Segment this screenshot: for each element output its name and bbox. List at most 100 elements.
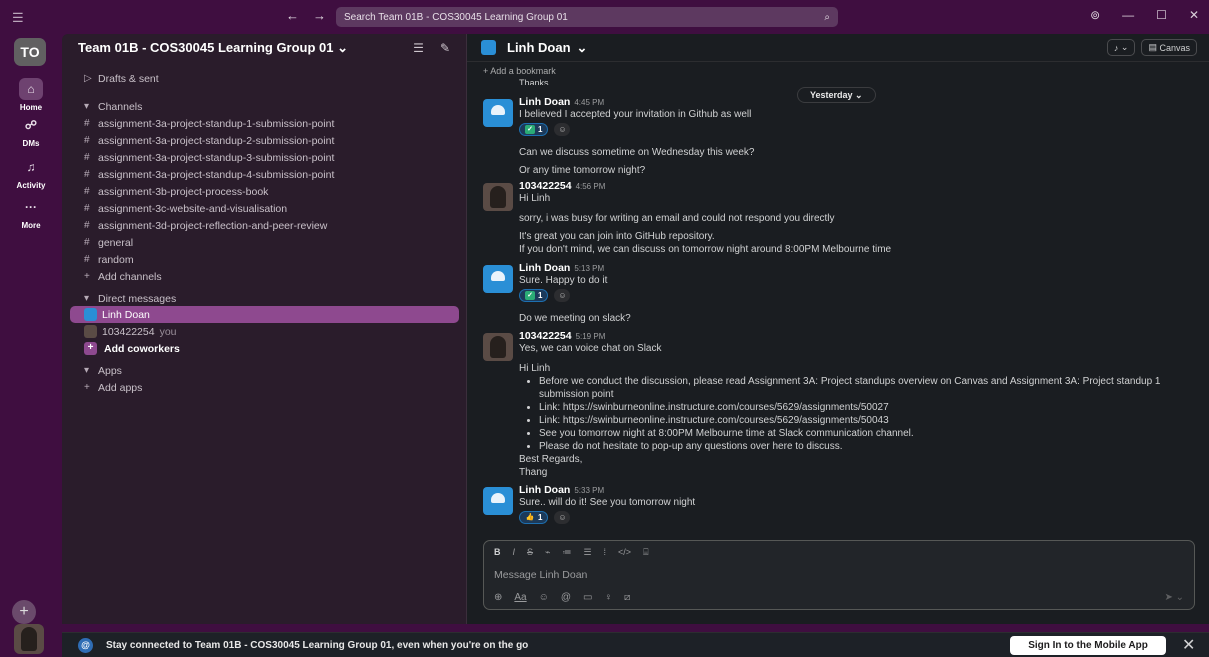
- message-author[interactable]: 103422254: [519, 330, 572, 342]
- add-coworkers[interactable]: + Add coworkers: [62, 340, 467, 357]
- channel-item[interactable]: # assignment-3a-project-standup-1-submiss…: [62, 115, 467, 132]
- channel-item[interactable]: # assignment-3a-project-standup-2-submiss…: [62, 132, 467, 149]
- text-format-icon[interactable]: Aa: [514, 592, 526, 603]
- list-item: See you tomorrow night at 8:00PM Melbour…: [539, 427, 1203, 440]
- video-icon[interactable]: ▭: [583, 592, 592, 603]
- blockquote-icon[interactable]: ⁞: [604, 547, 607, 558]
- rail-dms[interactable]: ☍ DMs: [0, 114, 62, 148]
- avatar[interactable]: [483, 99, 513, 127]
- message-time[interactable]: 5:13 PM: [574, 264, 604, 273]
- list-item: Link: https://swinburneonline.instructur…: [539, 414, 1203, 427]
- canvas-button[interactable]: ▤ Canvas: [1141, 39, 1197, 56]
- ordered-list-icon[interactable]: ≔: [562, 547, 571, 558]
- channel-item[interactable]: # assignment-3a-project-standup-4-submiss…: [62, 166, 467, 183]
- channel-item[interactable]: # assignment-3c-website-and-visualisation: [62, 200, 467, 217]
- dm-item-linh-doan[interactable]: Linh Doan: [70, 306, 459, 323]
- message-time[interactable]: 5:33 PM: [574, 486, 604, 495]
- workspace-badge[interactable]: TO: [14, 38, 46, 66]
- italic-icon[interactable]: I: [513, 547, 516, 558]
- conversation-panel: Linh Doan ⌄ ♪ ⌄ ▤ Canvas + Add a bookmar…: [467, 34, 1209, 624]
- channel-item[interactable]: # general: [62, 234, 467, 251]
- message-author[interactable]: 103422254: [519, 180, 572, 192]
- plus-icon[interactable]: ⊕: [494, 592, 502, 603]
- link[interactable]: https://swinburneonline.instructure.com/…: [563, 415, 889, 426]
- slash-command-icon[interactable]: ⧄: [624, 592, 630, 603]
- message-author[interactable]: Linh Doan: [519, 96, 570, 108]
- message-text: Hi Linh: [519, 193, 551, 204]
- help-icon[interactable]: ⊚: [1090, 8, 1100, 22]
- avatar[interactable]: [483, 333, 513, 361]
- conversation-title[interactable]: Linh Doan ⌄: [481, 40, 587, 56]
- search-placeholder: Search Team 01B - COS30045 Learning Grou…: [344, 11, 568, 23]
- avatar[interactable]: [483, 265, 513, 293]
- strikethrough-icon[interactable]: S: [527, 547, 533, 558]
- close-window-icon[interactable]: ✕: [1189, 8, 1199, 22]
- avatar[interactable]: [483, 183, 513, 211]
- avatar[interactable]: [483, 487, 513, 515]
- add-apps[interactable]: + Add apps: [62, 379, 467, 396]
- compose-icon[interactable]: ✎: [440, 41, 450, 55]
- message-time[interactable]: 4:56 PM: [576, 182, 606, 191]
- dm-section-header[interactable]: ▾ Direct messages: [62, 290, 467, 307]
- maximize-icon[interactable]: ☐: [1156, 8, 1167, 22]
- message-input[interactable]: Message Linh Doan: [494, 569, 587, 581]
- link[interactable]: https://swinburneonline.instructure.com/…: [563, 402, 889, 413]
- link-icon[interactable]: ⌁: [545, 547, 550, 558]
- send-icon[interactable]: ➤ ⌄: [1164, 592, 1184, 603]
- channel-item[interactable]: # assignment-3a-project-standup-3-submiss…: [62, 149, 467, 166]
- reaction[interactable]: ✓ 1: [519, 289, 549, 302]
- hash-icon: #: [84, 118, 90, 129]
- message-time[interactable]: 5:19 PM: [576, 332, 606, 341]
- reaction[interactable]: 👍 1: [519, 511, 549, 524]
- emoji-icon[interactable]: ☺: [539, 592, 549, 603]
- check-emoji: ✓: [525, 291, 535, 300]
- search-bar[interactable]: Search Team 01B - COS30045 Learning Grou…: [336, 7, 838, 27]
- filter-icon[interactable]: ☰: [413, 41, 424, 55]
- drafts-and-sent[interactable]: ▷ Drafts & sent: [62, 70, 467, 87]
- user-avatar[interactable]: [14, 624, 44, 654]
- channel-item[interactable]: # assignment-3d-project-reflection-and-pe…: [62, 217, 467, 234]
- add-channels[interactable]: + Add channels: [62, 268, 467, 285]
- message-author[interactable]: Linh Doan: [519, 484, 570, 496]
- reaction[interactable]: ✓ 1: [519, 123, 549, 136]
- workspace-title[interactable]: Team 01B - COS30045 Learning Group 01 ⌄: [78, 40, 348, 56]
- format-toolbar: B I S ⌁ ≔ ☰ ⁞ </> ⌸: [484, 541, 1194, 558]
- microphone-icon[interactable]: ♀: [604, 592, 612, 603]
- mobile-app-icon: @: [78, 638, 93, 653]
- hamburger-icon[interactable]: ☰: [12, 10, 24, 26]
- add-reaction-icon[interactable]: ☺: [554, 511, 571, 524]
- hash-icon: #: [84, 169, 90, 180]
- forward-arrow-icon[interactable]: →: [313, 8, 326, 24]
- conversation-header: Linh Doan ⌄ ♪ ⌄ ▤ Canvas: [467, 34, 1209, 62]
- add-reaction-icon[interactable]: ☺: [554, 289, 571, 302]
- message: It's great you can join into GitHub repo…: [483, 230, 1203, 256]
- channels-section-header[interactable]: ▾ Channels: [62, 98, 467, 115]
- message-composer[interactable]: B I S ⌁ ≔ ☰ ⁞ </> ⌸ Message Linh Doan ⊕ …: [483, 540, 1195, 610]
- message-text: Thang: [519, 467, 548, 478]
- title-bar: ☰ ← → ◷ Search Team 01B - COS30045 Learn…: [0, 0, 1209, 34]
- code-icon[interactable]: </>: [618, 547, 631, 558]
- bullet-list-icon[interactable]: ☰: [583, 547, 591, 558]
- add-bookmark[interactable]: + Add a bookmark: [483, 66, 556, 76]
- rail-more[interactable]: ··· More: [0, 196, 62, 230]
- message-time[interactable]: 4:45 PM: [574, 98, 604, 107]
- dm-item-self[interactable]: 103422254 you: [62, 323, 467, 340]
- code-block-icon[interactable]: ⌸: [643, 547, 648, 558]
- apps-section-header[interactable]: ▾ Apps: [62, 362, 467, 379]
- mention-icon[interactable]: @: [561, 592, 571, 603]
- add-workspace-icon[interactable]: +: [12, 600, 36, 624]
- channel-item[interactable]: # assignment-3b-project-process-book: [62, 183, 467, 200]
- message-text: If you don't mind, we can discuss on tom…: [519, 244, 892, 255]
- huddle-button[interactable]: ♪ ⌄: [1106, 39, 1136, 56]
- add-reaction-icon[interactable]: ☺: [554, 123, 571, 136]
- rail-activity[interactable]: ♫ Activity: [0, 156, 62, 190]
- back-arrow-icon[interactable]: ←: [286, 8, 299, 24]
- minimize-icon[interactable]: —: [1122, 8, 1134, 22]
- sign-in-mobile-button[interactable]: Sign In to the Mobile App: [1010, 636, 1166, 655]
- message-author[interactable]: Linh Doan: [519, 262, 570, 274]
- bold-icon[interactable]: B: [494, 547, 501, 558]
- rail-home-label: Home: [19, 103, 43, 112]
- close-banner-icon[interactable]: ✕: [1182, 635, 1195, 655]
- rail-home[interactable]: ⌂ Home: [0, 78, 62, 112]
- channel-item[interactable]: # random: [62, 251, 467, 268]
